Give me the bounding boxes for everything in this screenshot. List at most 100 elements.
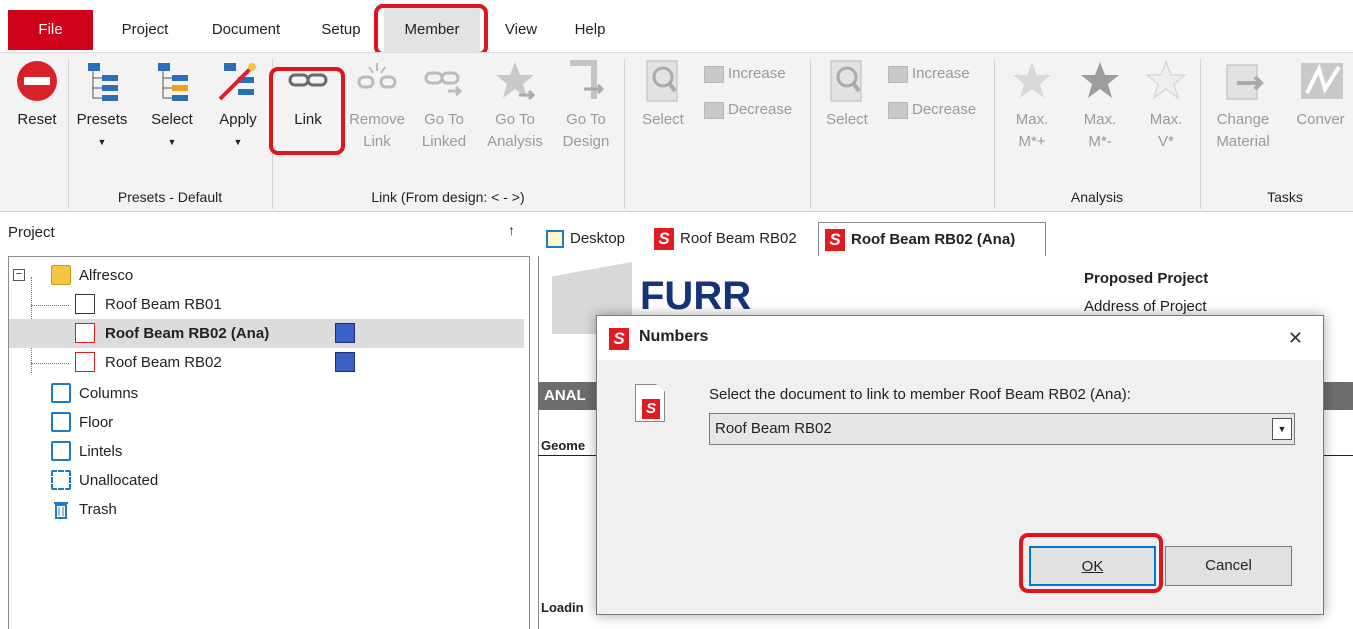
cancel-label: Cancel xyxy=(1205,557,1252,574)
tree-item-floor[interactable]: Floor xyxy=(9,408,524,437)
select-member-button[interactable]: Select xyxy=(632,59,694,131)
menu-document[interactable]: Document xyxy=(196,0,296,52)
trash-icon xyxy=(54,502,68,519)
linked-status-icon xyxy=(335,323,355,343)
tree-item-label: Alfresco xyxy=(79,267,134,284)
menu-bar: File Project Document Setup Member View … xyxy=(0,0,1353,52)
go-to-linked-button[interactable]: Go To Linked xyxy=(414,59,474,153)
desktop-icon xyxy=(546,230,564,248)
tree-item-unallocated[interactable]: Unallocated xyxy=(9,466,524,495)
select-button[interactable]: Select ▼ xyxy=(142,59,202,147)
magnify-doc-icon xyxy=(646,60,678,102)
ribbon-separator xyxy=(272,59,273,209)
menu-file[interactable]: File xyxy=(8,10,93,50)
reset-button[interactable]: Reset xyxy=(10,59,64,131)
menu-member[interactable]: Member xyxy=(384,8,480,52)
chain-link-icon xyxy=(288,73,328,87)
tree-list-icon xyxy=(88,63,118,101)
chevron-down-icon: ▼ xyxy=(97,137,107,147)
apply-button[interactable]: Apply ▼ xyxy=(208,59,268,147)
tree-item-label: Floor xyxy=(79,414,114,431)
dashed-folder-icon xyxy=(51,470,71,490)
tree-item-label: Columns xyxy=(79,385,139,402)
ribbon: Reset Presets ▼ Select ▼ Apply ▼ Link Re… xyxy=(0,52,1353,212)
change-material-button[interactable]: Change Material xyxy=(1206,59,1280,153)
folder-icon xyxy=(51,412,71,432)
menu-setup[interactable]: Setup xyxy=(308,0,374,52)
cancel-button[interactable]: Cancel xyxy=(1165,546,1292,586)
tree-item-columns[interactable]: Columns xyxy=(9,379,524,408)
broken-link-icon xyxy=(357,63,397,89)
design-arrow-icon xyxy=(570,60,605,99)
increase-button[interactable]: Increase xyxy=(704,65,786,83)
select-analysis-button[interactable]: Select xyxy=(816,59,878,131)
tab-label: Roof Beam RB02 xyxy=(680,230,797,247)
chevron-down-icon: ▼ xyxy=(167,137,177,147)
go-to-design-button[interactable]: Go To Design xyxy=(556,59,616,153)
close-icon[interactable]: ✕ xyxy=(1288,328,1303,349)
numbers-document-icon xyxy=(75,323,95,343)
tab-desktop[interactable]: Desktop xyxy=(538,222,648,256)
star-outline-icon xyxy=(1145,60,1187,100)
go-to-analysis-button[interactable]: Go To Analysis xyxy=(480,59,550,153)
stop-icon xyxy=(17,61,57,101)
project-title: Proposed Project xyxy=(1084,270,1209,287)
max-m-plus-label: Max. M*+ xyxy=(1015,111,1049,150)
max-m-minus-label: Max. M*- xyxy=(1083,111,1117,150)
remove-link-button[interactable]: Remove Link xyxy=(344,59,410,153)
triangle-down-icon xyxy=(888,101,908,119)
decrease-button[interactable]: Decrease xyxy=(704,101,792,119)
loading-heading: Loadin xyxy=(541,600,584,615)
select-member-label: Select xyxy=(642,111,684,128)
max-v-button[interactable]: Max. V* xyxy=(1138,59,1194,153)
numbers-document-icon: S xyxy=(635,384,665,422)
tab-label: Desktop xyxy=(570,230,626,247)
ok-button[interactable]: OK xyxy=(1029,546,1156,586)
link-button[interactable]: Link xyxy=(280,59,336,131)
max-m-minus-button[interactable]: Max. M*- xyxy=(1072,59,1128,153)
menu-view[interactable]: View xyxy=(494,0,548,52)
chevron-down-icon[interactable]: ▼ xyxy=(1272,418,1292,440)
tree-item-label: Roof Beam RB01 xyxy=(105,296,222,313)
tree-item-rb02-ana[interactable]: Roof Beam RB02 (Ana) xyxy=(9,319,524,348)
tree-item-trash[interactable]: Trash xyxy=(9,495,524,524)
tree-item-rb02[interactable]: Roof Beam RB02 xyxy=(9,348,524,377)
menu-help[interactable]: Help xyxy=(562,0,618,52)
document-icon xyxy=(75,294,95,314)
document-dropdown[interactable]: Roof Beam RB02 ▼ xyxy=(709,413,1295,445)
convert-label: Conver xyxy=(1296,111,1345,128)
group-link-label: Link (From design: < - >) xyxy=(371,189,525,205)
presets-button[interactable]: Presets ▼ xyxy=(72,59,132,147)
increase-button-2[interactable]: Increase xyxy=(888,65,970,83)
link-arrow-icon xyxy=(424,71,463,97)
collapse-icon[interactable]: − xyxy=(13,269,25,281)
tree-item-label: Trash xyxy=(79,501,117,518)
dialog-title: Numbers xyxy=(639,328,709,345)
tab-label: Roof Beam RB02 (Ana) xyxy=(851,231,1016,248)
tree-item-lintels[interactable]: Lintels xyxy=(9,437,524,466)
tree-item-alfresco[interactable]: − Alfresco xyxy=(9,261,524,290)
dialog-prompt: Select the document to link to member Ro… xyxy=(709,386,1131,403)
convert-button[interactable]: Conver xyxy=(1288,59,1353,131)
chevron-down-icon: ▼ xyxy=(233,137,243,147)
tab-rb02-ana[interactable]: S Roof Beam RB02 (Ana) xyxy=(818,222,1046,256)
project-panel-title: Project xyxy=(8,224,55,241)
go-to-analysis-label: Go To Analysis xyxy=(487,111,543,150)
decrease-button-2[interactable]: Decrease xyxy=(888,101,976,119)
menu-project[interactable]: Project xyxy=(110,0,180,52)
reset-label: Reset xyxy=(17,111,57,128)
star-icon xyxy=(1081,62,1119,98)
apply-label: Apply xyxy=(219,111,257,128)
triangle-down-icon xyxy=(704,101,724,119)
max-m-plus-button[interactable]: Max. M*+ xyxy=(1004,59,1060,153)
project-tree: − Alfresco Roof Beam RB01 Roof Beam RB02… xyxy=(8,256,530,629)
triangle-up-icon xyxy=(888,65,908,83)
folder-icon xyxy=(51,383,71,403)
pin-icon[interactable]: ↑ xyxy=(508,222,515,238)
decrease-label: Decrease xyxy=(728,101,793,118)
app-window: File Project Document Setup Member View … xyxy=(0,0,1353,629)
tab-rb02[interactable]: S Roof Beam RB02 xyxy=(648,222,818,256)
linked-status-icon xyxy=(335,352,355,372)
ribbon-separator xyxy=(810,59,811,209)
tree-item-rb01[interactable]: Roof Beam RB01 xyxy=(9,290,524,319)
